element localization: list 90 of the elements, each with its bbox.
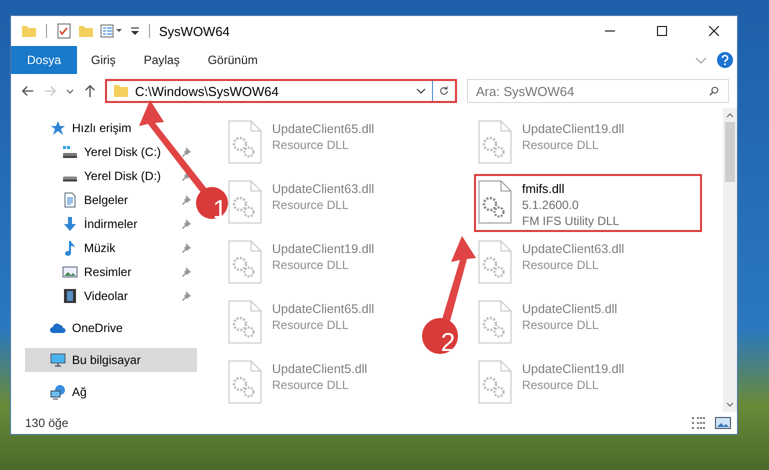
star-icon [50,120,66,136]
network-icon [50,384,66,400]
file-name: UpdateClient65.dll [272,302,374,316]
refresh-icon[interactable] [439,86,449,96]
download-arrow-icon [62,216,78,232]
computer-icon [50,352,66,368]
file-description: Resource DLL [272,318,350,332]
file-name: UpdateClient63.dll [272,182,374,196]
file-description: FM IFS Utility DLL [522,214,620,228]
scrollbar[interactable] [723,108,737,412]
window-title: SysWOW64 [159,24,230,38]
large-icons-view-icon[interactable] [715,416,731,430]
nav-item[interactable]: OneDrive [25,316,197,340]
address-bar[interactable]: C:\Windows\SysWOW64 [105,79,457,103]
search-field[interactable]: Ara: SysWOW64 [467,79,729,103]
file-name: UpdateClient19.dll [522,362,624,376]
dropdown-caret-icon[interactable] [130,26,140,36]
ribbon-tab[interactable]: Dosya [11,46,78,74]
ribbon-tab[interactable]: Giriş [77,46,130,74]
ribbon-tab[interactable]: Paylaş [130,46,194,74]
gear-file-icon [478,120,512,164]
ribbon-tab[interactable]: Görünüm [194,46,272,74]
file-description: Resource DLL [522,138,600,152]
film-icon [62,288,78,304]
file-name: UpdateClient19.dll [272,242,374,256]
drive-icon [62,176,78,182]
nav-item[interactable]: Müzik [25,236,197,260]
gear-file-icon [478,360,512,404]
nav-item[interactable]: Bu bilgisayar [25,348,197,372]
nav-item[interactable]: Ağ [25,380,197,404]
folder-icon [113,83,129,99]
details-view-icon[interactable] [691,416,707,430]
search-icon [709,86,719,96]
gear-file-icon [228,360,262,404]
file-description: Resource DLL [272,258,350,272]
file-version: 5.1.2600.0 [522,198,580,212]
folder-icon [21,23,37,39]
nav-item[interactable]: Resimler [25,260,197,284]
file-description: Resource DLL [522,258,600,272]
up-arrow-icon[interactable] [83,84,97,98]
folder-icon [78,23,94,39]
gear-file-icon [228,120,262,164]
file-name: UpdateClient5.dll [272,362,368,376]
file-item[interactable]: UpdateClient63.dll Resource DLL [474,234,628,292]
checklist-icon [56,23,72,39]
file-name: UpdateClient19.dll [522,122,624,136]
file-name: UpdateClient65.dll [272,122,374,136]
maximize-icon [657,26,667,36]
file-item[interactable]: UpdateClient19.dll Resource DLL [474,354,628,412]
file-description: Resource DLL [522,318,600,332]
nav-item[interactable]: Hızlı erişim [25,116,197,140]
file-item[interactable]: fmifs.dll 5.1.2600.0 FM IFS Utility DLL [474,174,702,232]
item-count: 130 öğe [25,416,68,430]
file-item[interactable]: UpdateClient19.dll Resource DLL [474,114,628,172]
file-item[interactable]: UpdateClient65.dll Resource DLL [224,294,378,352]
back-arrow-icon[interactable] [21,84,35,98]
address-path: C:\Windows\SysWOW64 [135,84,280,98]
nav-item[interactable]: İndirmeler [25,212,197,236]
file-item[interactable]: UpdateClient65.dll Resource DLL [224,114,378,172]
drive-icon [62,144,78,160]
file-item[interactable]: UpdateClient19.dll Resource DLL [224,234,378,292]
file-description: Resource DLL [272,378,350,392]
chevron-down-icon[interactable] [416,86,426,96]
properties-icon [100,23,124,39]
picture-icon [62,264,78,280]
gear-file-icon [478,180,512,224]
gear-file-icon [478,300,512,344]
help-icon[interactable] [717,52,733,68]
file-description: Resource DLL [272,198,350,212]
gear-file-icon [228,240,262,284]
scroll-down-icon[interactable] [726,402,734,408]
scroll-up-icon[interactable] [726,112,734,118]
file-item[interactable]: UpdateClient5.dll Resource DLL [224,354,372,412]
scrollbar-thumb[interactable] [725,122,735,182]
file-item[interactable]: UpdateClient63.dll Resource DLL [224,174,378,232]
nav-item[interactable]: Videolar [25,284,197,308]
gear-file-icon [228,180,262,224]
nav-item[interactable]: Belgeler [25,188,197,212]
gear-file-icon [228,300,262,344]
file-item[interactable]: UpdateClient5.dll Resource DLL [474,294,622,352]
nav-item[interactable]: Yerel Disk (C:) [25,140,197,164]
music-note-icon [62,240,78,256]
file-name: UpdateClient63.dll [522,242,624,256]
file-description: Resource DLL [522,378,600,392]
file-name: UpdateClient5.dll [522,302,618,316]
document-icon [62,192,78,208]
file-name: fmifs.dll [522,182,566,196]
close-icon [709,26,719,36]
file-description: Resource DLL [272,138,350,152]
gear-file-icon [478,240,512,284]
